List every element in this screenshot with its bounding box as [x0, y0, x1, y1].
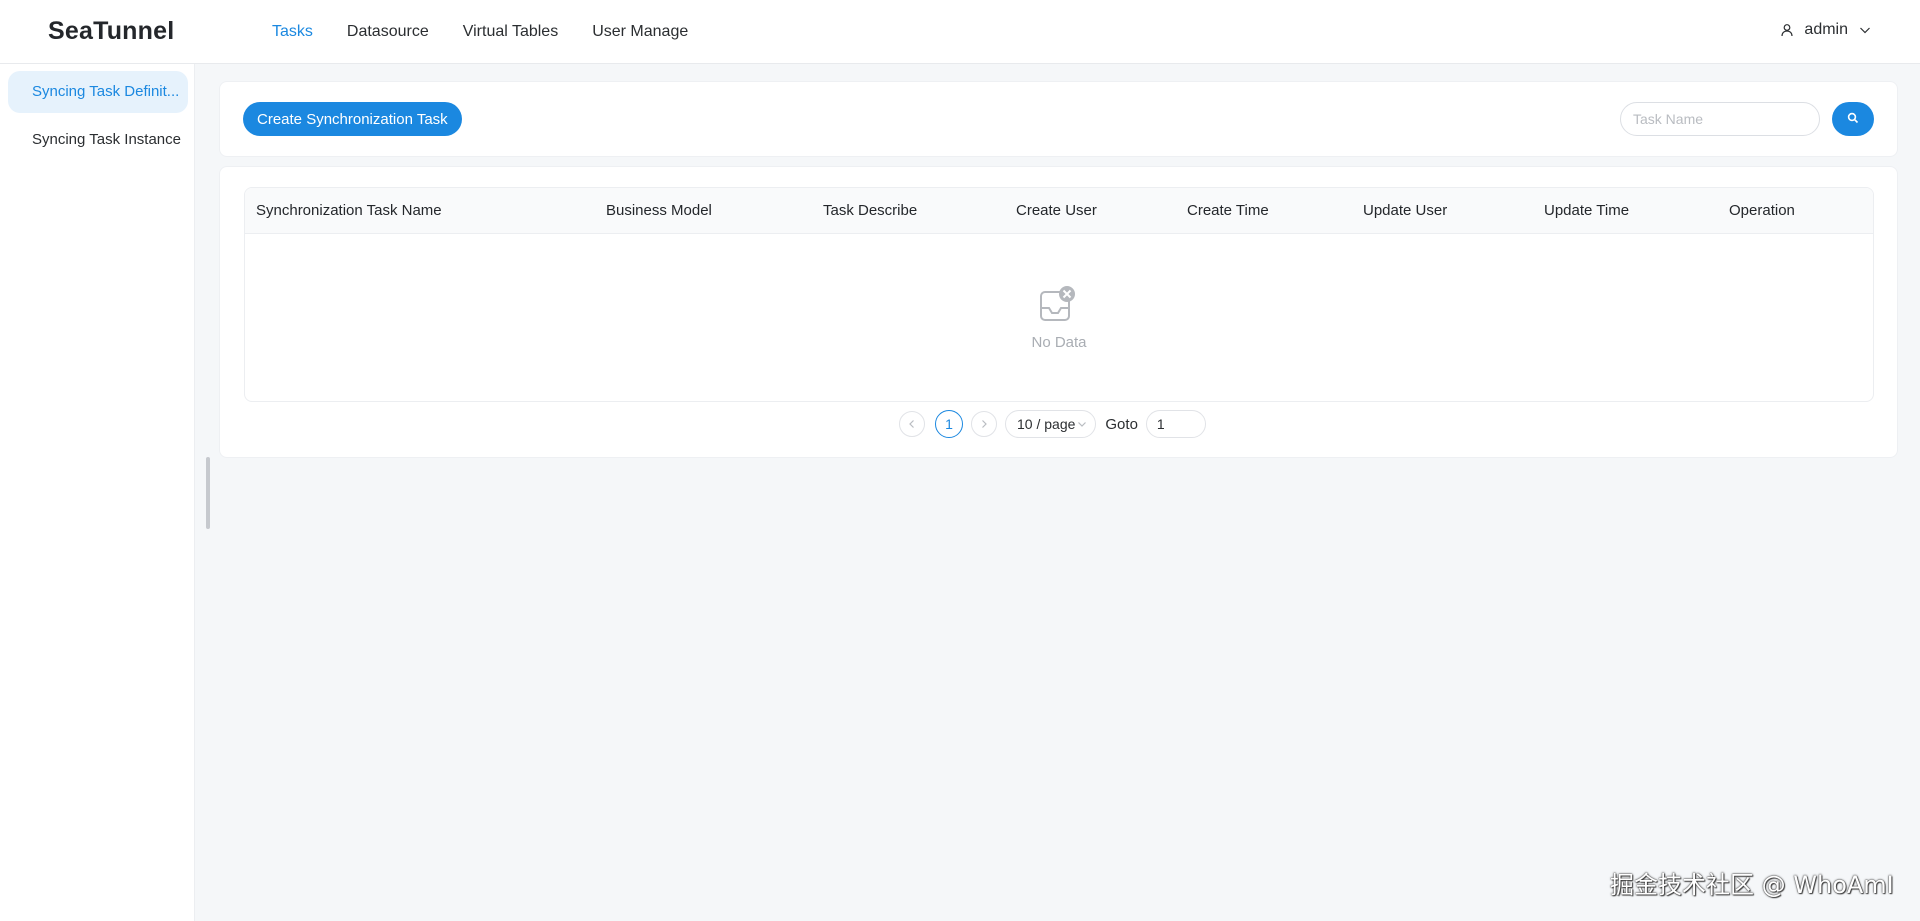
- toolbar-card: Create Synchronization Task: [219, 81, 1898, 157]
- column-header-task-name: Synchronization Task Name: [256, 202, 442, 219]
- column-header-task-describe: Task Describe: [823, 202, 918, 219]
- sidebar-resize-handle[interactable]: [206, 457, 210, 529]
- page-size-value: 10 / page: [1017, 416, 1076, 432]
- search-icon: [1847, 112, 1859, 127]
- search-button[interactable]: [1832, 102, 1874, 136]
- task-name-search-input[interactable]: [1620, 102, 1820, 136]
- user-name: admin: [1804, 21, 1848, 38]
- create-synchronization-task-button[interactable]: Create Synchronization Task: [243, 102, 462, 136]
- column-header-create-user: Create User: [1016, 202, 1097, 219]
- sidebar-item-syncing-task-instance[interactable]: Syncing Task Instance: [8, 119, 188, 161]
- nav-item-tasks[interactable]: Tasks: [255, 23, 330, 41]
- column-header-create-time: Create Time: [1187, 202, 1269, 219]
- empty-data-text: No Data: [1031, 334, 1087, 351]
- nav-item-user-manage[interactable]: User Manage: [575, 23, 705, 41]
- empty-data-icon: [1037, 284, 1077, 324]
- sidebar-item-syncing-task-definition[interactable]: Syncing Task Definit...: [8, 71, 188, 113]
- chevron-down-icon: [1077, 416, 1087, 432]
- user-menu[interactable]: admin: [1780, 0, 1872, 60]
- watermark-text: 掘金技术社区 @ WhoAmI: [1610, 871, 1894, 899]
- prev-page-button[interactable]: [899, 411, 925, 437]
- next-page-button[interactable]: [971, 411, 997, 437]
- chevron-right-icon: [979, 416, 989, 432]
- main-nav: Tasks Datasource Virtual Tables User Man…: [255, 0, 705, 63]
- sidebar: Syncing Task Definit... Syncing Task Ins…: [0, 64, 195, 921]
- top-bar: SeaTunnel Tasks Datasource Virtual Table…: [0, 0, 1920, 64]
- chevron-down-icon: [1858, 23, 1872, 37]
- goto-label: Goto: [1105, 415, 1138, 433]
- task-table: Synchronization Task Name Business Model…: [244, 187, 1874, 402]
- page-size-select[interactable]: 10 / page: [1005, 410, 1097, 438]
- column-header-update-user: Update User: [1363, 202, 1448, 219]
- user-icon: [1780, 23, 1794, 37]
- column-header-business-model: Business Model: [606, 202, 712, 219]
- app-logo[interactable]: SeaTunnel: [48, 17, 174, 46]
- column-header-operation: Operation: [1729, 202, 1795, 219]
- goto-page-input[interactable]: [1145, 410, 1206, 438]
- column-header-update-time: Update Time: [1544, 202, 1630, 219]
- chevron-left-icon: [907, 416, 917, 432]
- nav-item-datasource[interactable]: Datasource: [330, 23, 446, 41]
- pagination: 1 10 / page Goto: [899, 410, 1206, 438]
- table-header: Synchronization Task Name Business Model…: [245, 188, 1873, 234]
- table-card: Synchronization Task Name Business Model…: [219, 166, 1898, 458]
- page-number-button[interactable]: 1: [935, 410, 963, 438]
- nav-item-virtual-tables[interactable]: Virtual Tables: [446, 23, 575, 41]
